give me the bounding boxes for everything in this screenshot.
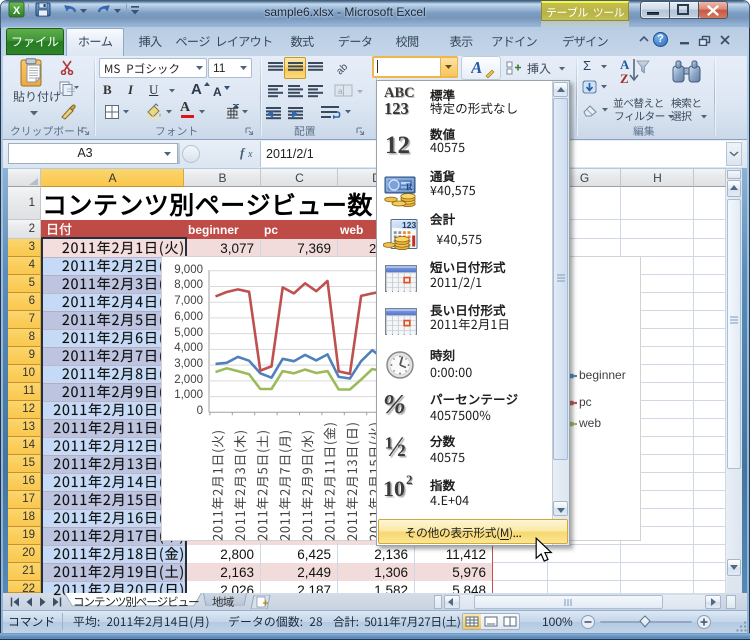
svg-text:Z: Z (620, 71, 629, 86)
svg-text:ab: ab (335, 61, 351, 77)
svg-text:123: 123 (402, 220, 416, 230)
svg-text:a: a (338, 87, 343, 96)
svg-text:X: X (13, 5, 21, 17)
svg-text:R: R (406, 182, 413, 192)
svg-text:A: A (620, 57, 630, 72)
